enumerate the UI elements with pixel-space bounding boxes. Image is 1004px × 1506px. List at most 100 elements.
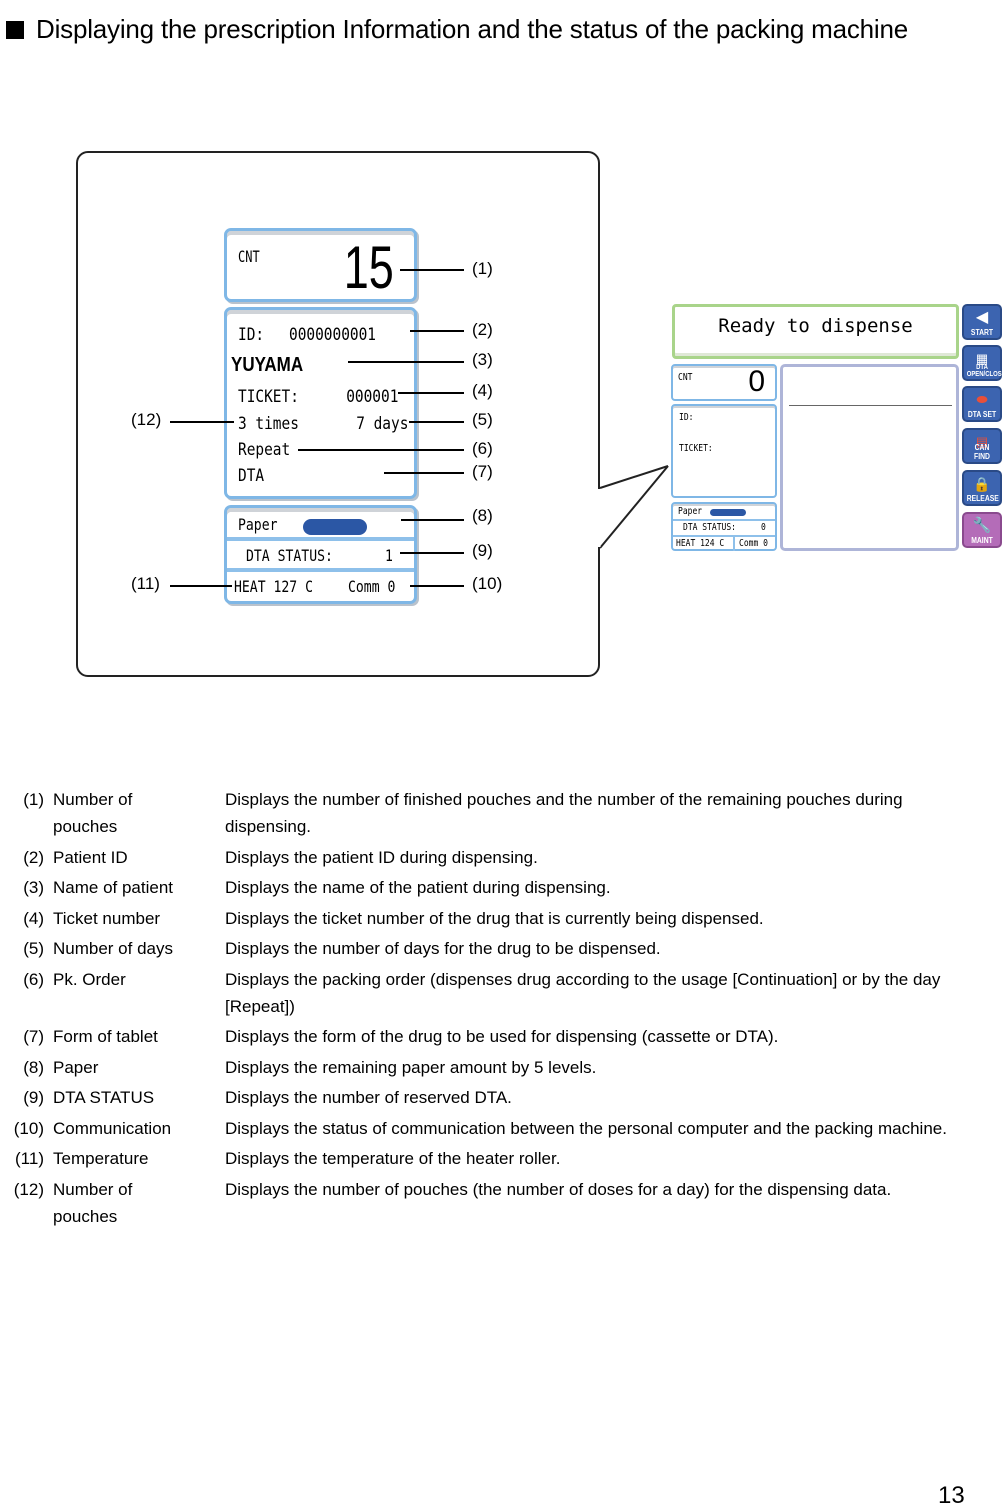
marker-1: (1) — [472, 259, 493, 278]
item-term: Name of patient — [53, 878, 174, 897]
release-button[interactable]: 🔒 RELEASE — [962, 470, 1002, 506]
item-term: Ticket number — [53, 908, 161, 928]
item-description: Displays the number of days for the drug… — [225, 939, 661, 958]
leader-line — [400, 552, 464, 554]
machine-status-panel: Paper DTA STATUS: 1 HEAT 127 C Comm 0 — [224, 505, 417, 604]
item-number: (1) — [23, 790, 44, 809]
divider — [673, 519, 775, 521]
marker-7: (7) — [472, 462, 493, 481]
section-heading: Displaying the prescription Information … — [6, 14, 908, 45]
leader-line — [348, 361, 464, 363]
comm-cell: Comm 0 — [334, 574, 411, 598]
heading-text: Displaying the prescription Information … — [36, 14, 908, 44]
item-term: DTA STATUS — [53, 1088, 155, 1107]
item-term: Communication — [53, 1118, 172, 1138]
item-term: Number of pouches — [53, 790, 133, 836]
item-number: (11) — [15, 1149, 44, 1168]
dta-set-label: DTA SET — [967, 410, 997, 419]
pack-order: Repeat — [238, 440, 291, 460]
dta-open-close-button[interactable]: ▦ DTA OPEN/CLOSE — [962, 345, 1004, 381]
description-row: (10) Communication Displays the status of … — [0, 1115, 1004, 1142]
patient-id-value: 0000000001 — [289, 325, 377, 345]
screen-dta-status-label: DTA STATUS: — [683, 522, 736, 533]
padlock-icon: 🔒 — [973, 476, 991, 492]
cnt-value: 15 — [343, 234, 394, 301]
leader-line — [410, 330, 464, 332]
item-description: Displays the number of pouches (the numb… — [225, 1179, 892, 1199]
description-row: (5) Number of days Displays the number of … — [0, 935, 1004, 962]
leader-line — [400, 269, 464, 271]
screen-info-panel: ID: TICKET: — [671, 404, 777, 498]
tablet-form: DTA — [238, 466, 265, 486]
can-find-label: CAN FIND — [974, 443, 990, 461]
heat-cell: HEAT 127 C — [230, 574, 326, 598]
item-number: (7) — [23, 1027, 44, 1046]
screen-cnt-label: CNT — [678, 372, 693, 383]
screen-heat: HEAT 124 C — [676, 538, 725, 549]
dta-status-value: 1 — [385, 546, 393, 565]
leader-line — [170, 585, 232, 587]
paper-level-bar — [303, 519, 367, 535]
marker-3: (3) — [472, 350, 493, 369]
item-description: Displays the packing order (dispenses dr… — [225, 969, 941, 1016]
description-row: (2) Patient ID Displays the patient ID dur… — [0, 844, 1004, 871]
divider — [227, 568, 414, 572]
item-term: Paper — [53, 1057, 99, 1077]
marker-9: (9) — [472, 541, 493, 560]
dta-status-label: DTA STATUS: — [246, 546, 333, 565]
paper-row: Paper — [230, 512, 411, 536]
item-number: (2) — [23, 847, 44, 867]
marker-10: (10) — [472, 574, 503, 593]
screen-count-panel: CNT 0 — [671, 364, 777, 401]
dta-status-row: DTA STATUS: 1 — [230, 543, 411, 567]
ticket-value: 000001 — [345, 387, 398, 407]
description-row: (6) Pk. Order Displays the packing order (… — [0, 966, 1004, 1020]
item-description: Displays the remaining paper amount by 5… — [225, 1057, 597, 1077]
page-number: 13 — [938, 1482, 965, 1506]
maint-button[interactable]: 🔧 MAINT — [962, 512, 1002, 548]
item-term: Number of days — [53, 939, 173, 958]
item-description: Displays the name of the patient during … — [225, 878, 611, 897]
screen-status-panel: Paper DTA STATUS: 0 HEAT 124 C Comm 0 — [671, 502, 777, 551]
marker-11: (11) — [131, 574, 160, 593]
start-button-label: START — [970, 328, 994, 337]
id-label: ID: — [238, 325, 265, 345]
prescription-info-panel: ID: 0000000001 YUYAMA TICKET: 000001 3 t… — [224, 307, 417, 499]
item-number: (4) — [23, 908, 44, 928]
description-row: (11) Temperature Displays the temperature … — [0, 1145, 1004, 1172]
description-row: (9) DTA STATUS Displays the number of rese… — [0, 1084, 1004, 1111]
description-row: (4) Ticket number Displays the ticket numb… — [0, 905, 1004, 932]
screen-dta-status-value: 0 — [761, 522, 766, 533]
marker-8: (8) — [472, 506, 493, 525]
count-panel: CNT 15 — [224, 228, 417, 302]
screen-paper-label: Paper — [678, 506, 703, 517]
item-number: (3) — [23, 878, 44, 897]
status-message: Ready to dispense — [718, 315, 913, 337]
item-description: Displays the number of finished pouches … — [225, 790, 903, 836]
description-table: (1) Number of pouches Displays the number … — [0, 786, 1004, 1226]
description-row: (7) Form of tablet Displays the form of th… — [0, 1023, 1004, 1050]
pill-tray-icon: ⬬ — [976, 392, 988, 407]
item-term: Form of tablet — [53, 1027, 158, 1046]
description-row: (12) Number of pouches Displays the number… — [0, 1176, 1004, 1226]
cnt-label: CNT — [238, 247, 260, 266]
start-button[interactable]: ◀ START — [962, 304, 1002, 340]
divider — [673, 535, 775, 537]
marker-5: (5) — [472, 410, 493, 429]
leader-line — [410, 585, 464, 587]
divider — [733, 537, 735, 551]
item-number: (6) — [23, 969, 44, 989]
wrench-icon: 🔧 — [972, 517, 992, 534]
can-find-button[interactable]: ▤ CAN FIND — [962, 428, 1002, 464]
leader-line — [398, 392, 464, 394]
screen-cnt-value: 0 — [748, 365, 765, 398]
ticket-label: TICKET: — [238, 387, 299, 407]
status-message-box: Ready to dispense — [672, 304, 959, 359]
divider — [227, 537, 414, 541]
screen-id-label: ID: — [679, 412, 694, 423]
dta-set-button[interactable]: ⬬ DTA SET — [962, 386, 1002, 422]
description-row: (1) Number of pouches Displays the number … — [0, 786, 1004, 840]
item-term: Patient ID — [53, 847, 128, 867]
comm-status: Comm 0 — [348, 577, 396, 596]
item-term: Pk. Order — [53, 969, 126, 989]
